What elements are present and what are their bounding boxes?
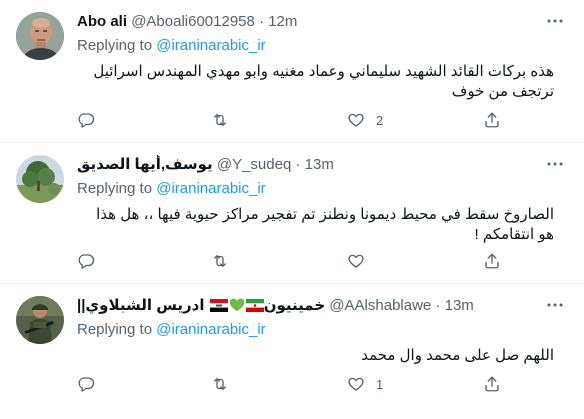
tweet-header: يوسف,أيها الصديق @Y_sudeq · 13m	[77, 155, 570, 175]
retweet-icon	[214, 114, 226, 126]
retweet-icon	[214, 255, 226, 267]
iran-flag-icon	[245, 299, 264, 312]
replying-to: Replying to @iraninarabic_ir	[77, 320, 570, 340]
more-dots-icon[interactable]	[544, 296, 566, 316]
like-button[interactable]	[347, 251, 376, 271]
avatar[interactable]	[16, 12, 64, 60]
tweet[interactable]: ||خمينيون ادريس الشبلاوي @AAlshablawe · …	[0, 284, 584, 419]
reply-button[interactable]	[77, 251, 106, 271]
avatar[interactable]	[16, 155, 64, 203]
display-name[interactable]: ||خمينيون ادريس الشبلاوي	[77, 297, 329, 314]
mention-link[interactable]: @iraninarabic_ir	[156, 180, 265, 197]
mention-link[interactable]: @iraninarabic_ir	[156, 321, 265, 338]
retweet-icon	[214, 378, 226, 390]
display-name[interactable]: Abo ali	[77, 13, 127, 30]
reply-button[interactable]	[77, 110, 106, 130]
retweet-button[interactable]	[210, 110, 241, 130]
tree-landscape-avatar-image	[16, 155, 64, 203]
tweet[interactable]: Abo ali @Aboali60012958 · 12m Replying t…	[0, 0, 584, 143]
share-button[interactable]	[483, 110, 501, 130]
heart-icon	[348, 113, 364, 127]
tweet-content: Abo ali @Aboali60012958 · 12m Replying t…	[77, 12, 570, 102]
separator-dot: ·	[259, 13, 265, 30]
heart-icon	[348, 254, 364, 268]
replying-to: Replying to @iraninarabic_ir	[77, 36, 570, 56]
share-icon	[485, 112, 499, 128]
like-count: 2	[376, 112, 384, 128]
reply-icon	[78, 254, 95, 269]
bald-man-avatar-image	[16, 12, 64, 60]
share-icon	[485, 376, 499, 392]
timestamp[interactable]: 13m	[305, 156, 334, 173]
like-count: 1	[376, 376, 384, 392]
display-name-prefix: ادريس الشبلاوي	[85, 297, 205, 314]
reply-icon	[78, 377, 95, 392]
replying-to: Replying to @iraninarabic_ir	[77, 179, 570, 199]
tweet-actions: 2	[77, 110, 517, 130]
iraq-flag-icon	[209, 299, 228, 312]
retweet-button[interactable]	[210, 251, 241, 271]
user-handle[interactable]: @AAlshablawe	[329, 297, 431, 314]
avatar[interactable]	[16, 296, 64, 344]
separator-dot: ·	[295, 156, 301, 173]
user-handle[interactable]: @Aboali60012958	[131, 13, 255, 30]
display-name[interactable]: يوسف,أيها الصديق	[77, 156, 213, 173]
like-button[interactable]: 2	[347, 110, 383, 130]
tweet-content: يوسف,أيها الصديق @Y_sudeq · 13m Replying…	[77, 155, 570, 245]
reply-icon	[78, 113, 95, 128]
tweet-text: اللهم صل على محمد وال محمد	[361, 347, 554, 364]
tweet-actions: 1	[77, 374, 517, 394]
replying-to-label: Replying to	[77, 37, 153, 54]
tweet-content: ||خمينيون ادريس الشبلاوي @AAlshablawe · …	[77, 296, 570, 366]
share-button[interactable]	[483, 251, 501, 271]
mention-link[interactable]: @iraninarabic_ir	[156, 37, 265, 54]
reply-feed: Abo ali @Aboali60012958 · 12m Replying t…	[0, 0, 584, 419]
more-dots-icon[interactable]	[544, 155, 566, 175]
timestamp[interactable]: 12m	[268, 13, 297, 30]
timestamp[interactable]: 13m	[445, 297, 474, 314]
tweet-actions	[77, 251, 517, 271]
share-icon	[485, 253, 499, 269]
replying-to-label: Replying to	[77, 321, 153, 338]
retweet-button[interactable]	[210, 374, 241, 394]
like-button[interactable]: 1	[347, 374, 383, 394]
tweet-text: الصاروخ سقط في محيط ديمونا ونطنز تم تفجي…	[96, 206, 554, 243]
replying-to-label: Replying to	[77, 180, 153, 197]
user-handle[interactable]: @Y_sudeq	[217, 156, 291, 173]
tweet-header: Abo ali @Aboali60012958 · 12m	[77, 12, 570, 32]
more-dots-icon[interactable]	[544, 12, 566, 32]
heart-icon	[348, 377, 364, 391]
tweet-header: ||خمينيون ادريس الشبلاوي @AAlshablawe · …	[77, 296, 570, 316]
green-heart-icon	[229, 298, 245, 312]
tweet-text: هذه بركات القائد الشهيد سليماني وعماد مغ…	[93, 63, 554, 100]
separator-dot: ·	[435, 297, 441, 314]
reply-button[interactable]	[77, 374, 106, 394]
tweet[interactable]: يوسف,أيها الصديق @Y_sudeq · 13m Replying…	[0, 143, 584, 284]
soldier-avatar-image	[16, 296, 64, 344]
share-button[interactable]	[483, 374, 501, 394]
